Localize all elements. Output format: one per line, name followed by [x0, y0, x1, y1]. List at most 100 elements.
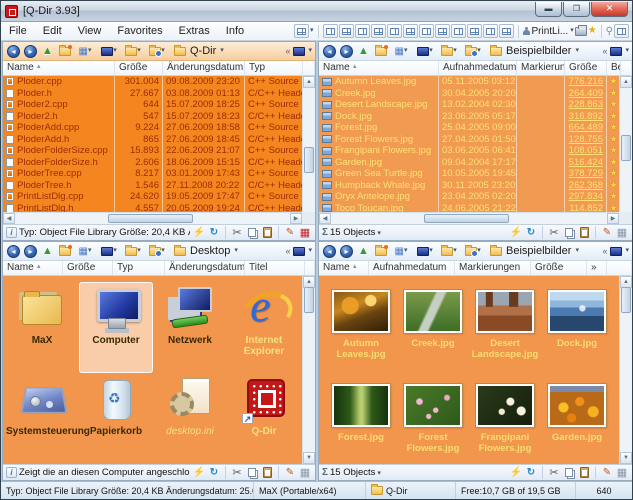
collapse-icon[interactable]: « — [285, 46, 290, 56]
column-header-4[interactable]: Typ — [245, 61, 303, 75]
scroll-up-icon[interactable]: ▲ — [620, 76, 632, 88]
vertical-scrollbar[interactable]: ▲▼ — [302, 76, 315, 224]
table-row[interactable]: Green Sea Turtle.jpg10.05.2005 19:45378.… — [319, 168, 619, 180]
refresh-icon[interactable]: ↻ — [207, 226, 221, 239]
refresh-icon[interactable]: ↻ — [524, 466, 538, 479]
copy-icon[interactable] — [245, 226, 259, 239]
goto-icon[interactable]: ⚡ — [509, 226, 523, 239]
desktop-item-netzwerk[interactable]: Netzwerk — [153, 282, 227, 373]
paste-icon[interactable] — [577, 226, 591, 239]
column-header-5[interactable]: Titel — [245, 261, 305, 275]
table-row[interactable]: Oryx Antelope.jpg23.04.2005 02:20297.834… — [319, 191, 619, 203]
horizontal-scrollbar[interactable]: ◀▶ — [319, 212, 619, 224]
view-mode-icon[interactable]: ▦▾ — [390, 44, 412, 59]
goto-icon[interactable]: ⚡ — [192, 226, 206, 239]
menu-item-info[interactable]: Info — [218, 22, 252, 40]
table-row[interactable]: PloderFolderSize.cpp15.89322.06.2009 21:… — [3, 145, 302, 157]
desktop-item-max[interactable]: MaX — [5, 282, 79, 373]
table-row[interactable]: Creek.jpg30.04.2005 20:20264.409★ — [319, 88, 619, 100]
chevron-down-icon[interactable]: ▾ — [625, 47, 629, 55]
table-row[interactable]: Frangipani Flowers.jpg03.06.2005 06:4110… — [319, 145, 619, 157]
qdir-grid-icon[interactable]: ▦ — [298, 226, 312, 239]
new-folder-icon[interactable] — [57, 44, 72, 59]
favorites-star-icon[interactable]: ★ — [588, 26, 597, 36]
desktop-item-papierkorb[interactable]: Papierkorb — [79, 373, 153, 464]
breadcrumb[interactable]: Q-Dir▾ — [174, 45, 224, 57]
rename-icon[interactable]: ✎ — [600, 226, 614, 239]
table-row[interactable]: PrintListDlg.cpp24.62019.05.2009 17:47C+… — [3, 191, 302, 203]
breadcrumb[interactable]: Beispielbilder▾ — [490, 45, 579, 57]
copy-icon[interactable] — [562, 466, 576, 479]
scrollbar-thumb[interactable] — [424, 214, 509, 223]
printer-icon[interactable] — [575, 27, 587, 36]
screen-icon[interactable]: ▾ — [98, 244, 120, 259]
column-header-4[interactable]: Größe — [531, 261, 587, 275]
table-row[interactable]: Ploder2.h54715.07.2009 18:23C/C++ Header — [3, 111, 302, 123]
paste-icon[interactable] — [577, 466, 591, 479]
folder-icon[interactable]: ▾ — [122, 244, 144, 259]
views-dropdown-button[interactable] — [294, 24, 309, 38]
window-layout-button[interactable] — [614, 24, 629, 38]
scroll-down-icon[interactable]: ▼ — [620, 452, 632, 464]
cut-icon[interactable]: ✂ — [230, 226, 244, 239]
qdir-grid-icon[interactable]: ▦ — [615, 226, 629, 239]
table-row[interactable]: PloderTree.cpp8.21703.01.2009 17:43C++ S… — [3, 168, 302, 180]
table-row[interactable]: Dock.jpg23.06.2005 05:17316.892★ — [319, 111, 619, 123]
rename-icon[interactable]: ✎ — [283, 466, 297, 479]
favorites-icon[interactable]: ▾ — [146, 244, 168, 259]
pane-layout-button[interactable] — [339, 24, 354, 38]
back-icon[interactable]: ◂ — [322, 44, 337, 59]
cut-icon[interactable]: ✂ — [547, 466, 561, 479]
favorites-icon[interactable]: ▾ — [462, 44, 484, 59]
up-icon[interactable]: ▲ — [356, 44, 371, 59]
close-button[interactable]: ✕ — [591, 2, 628, 17]
column-header-3[interactable]: Markierun... — [517, 61, 565, 75]
desktop-item-desktop-ini[interactable]: desktop.ini — [153, 373, 227, 464]
pane-status-text[interactable]: 15 Objects ▾ — [330, 227, 507, 238]
rename-icon[interactable]: ✎ — [600, 466, 614, 479]
scroll-up-icon[interactable]: ▲ — [303, 76, 315, 88]
favorites-icon[interactable]: ▾ — [146, 44, 168, 59]
pane-layout-button[interactable] — [355, 24, 370, 38]
column-header-2[interactable]: Größe — [115, 61, 163, 75]
back-icon[interactable]: ◂ — [6, 244, 21, 259]
folder-icon[interactable]: ▾ — [122, 44, 144, 59]
table-row[interactable]: Ploder2.cpp64415.07.2009 18:25C++ Source — [3, 99, 302, 111]
horizontal-scrollbar[interactable]: ◀▶ — [3, 212, 302, 224]
print-list-button[interactable]: PrintLi... ▾ — [523, 26, 574, 37]
table-row[interactable]: Forest Flowers.jpg27.04.2005 01:50128.75… — [319, 134, 619, 146]
column-header-2[interactable]: Aufnahmedatum — [439, 61, 517, 75]
pane-layout-button[interactable] — [403, 24, 418, 38]
thumbnail-item[interactable]: Frangipani Flowers.jpg — [469, 384, 541, 464]
desktop-item-internet-explorer[interactable]: Internet Explorer — [227, 282, 301, 373]
tools-icon[interactable]: ⚲ — [606, 26, 613, 37]
network-icon[interactable] — [293, 47, 305, 56]
up-icon[interactable]: ▲ — [40, 244, 55, 259]
back-icon[interactable]: ◂ — [6, 44, 21, 59]
qdir-grid-icon[interactable]: ▦ — [298, 466, 312, 479]
table-row[interactable]: Ploder.h27.66703.08.2009 01:13C/C++ Head… — [3, 88, 302, 100]
chevron-down-icon[interactable]: ▾ — [310, 27, 314, 35]
menu-item-file[interactable]: File — [1, 22, 35, 40]
menu-item-edit[interactable]: Edit — [35, 22, 70, 40]
vertical-scrollbar[interactable]: ▲▼ — [302, 276, 315, 464]
vertical-scrollbar[interactable]: ▲▼ — [619, 76, 632, 224]
column-header-5[interactable]: » — [587, 261, 607, 275]
thumbnail-item[interactable]: Creek.jpg — [397, 290, 469, 384]
table-row[interactable]: Ploder.cpp301.00409.08.2009 23:20C++ Sou… — [3, 76, 302, 88]
menu-item-view[interactable]: View — [70, 22, 110, 40]
new-folder-icon[interactable] — [57, 244, 72, 259]
forward-icon[interactable]: ▸ — [23, 44, 38, 59]
view-mode-icon[interactable]: ▦▾ — [390, 244, 412, 259]
scrollbar-thumb[interactable] — [621, 287, 631, 313]
status-current-folder[interactable]: Q-Dir — [366, 482, 456, 499]
table-row[interactable]: Garden.jpg09.04.2004 17:17516.424★ — [319, 157, 619, 169]
pane-layout-button[interactable] — [371, 24, 386, 38]
screen-icon[interactable]: ▾ — [98, 44, 120, 59]
thumbnail-item[interactable]: Desert Landscape.jpg — [469, 290, 541, 384]
column-header-4[interactable]: Änderungsdatum — [165, 261, 245, 275]
thumbnail-item[interactable]: Dock.jpg — [541, 290, 613, 384]
favorites-icon[interactable]: ▾ — [462, 244, 484, 259]
column-header-4[interactable]: Größe — [565, 61, 607, 75]
cut-icon[interactable]: ✂ — [230, 466, 244, 479]
